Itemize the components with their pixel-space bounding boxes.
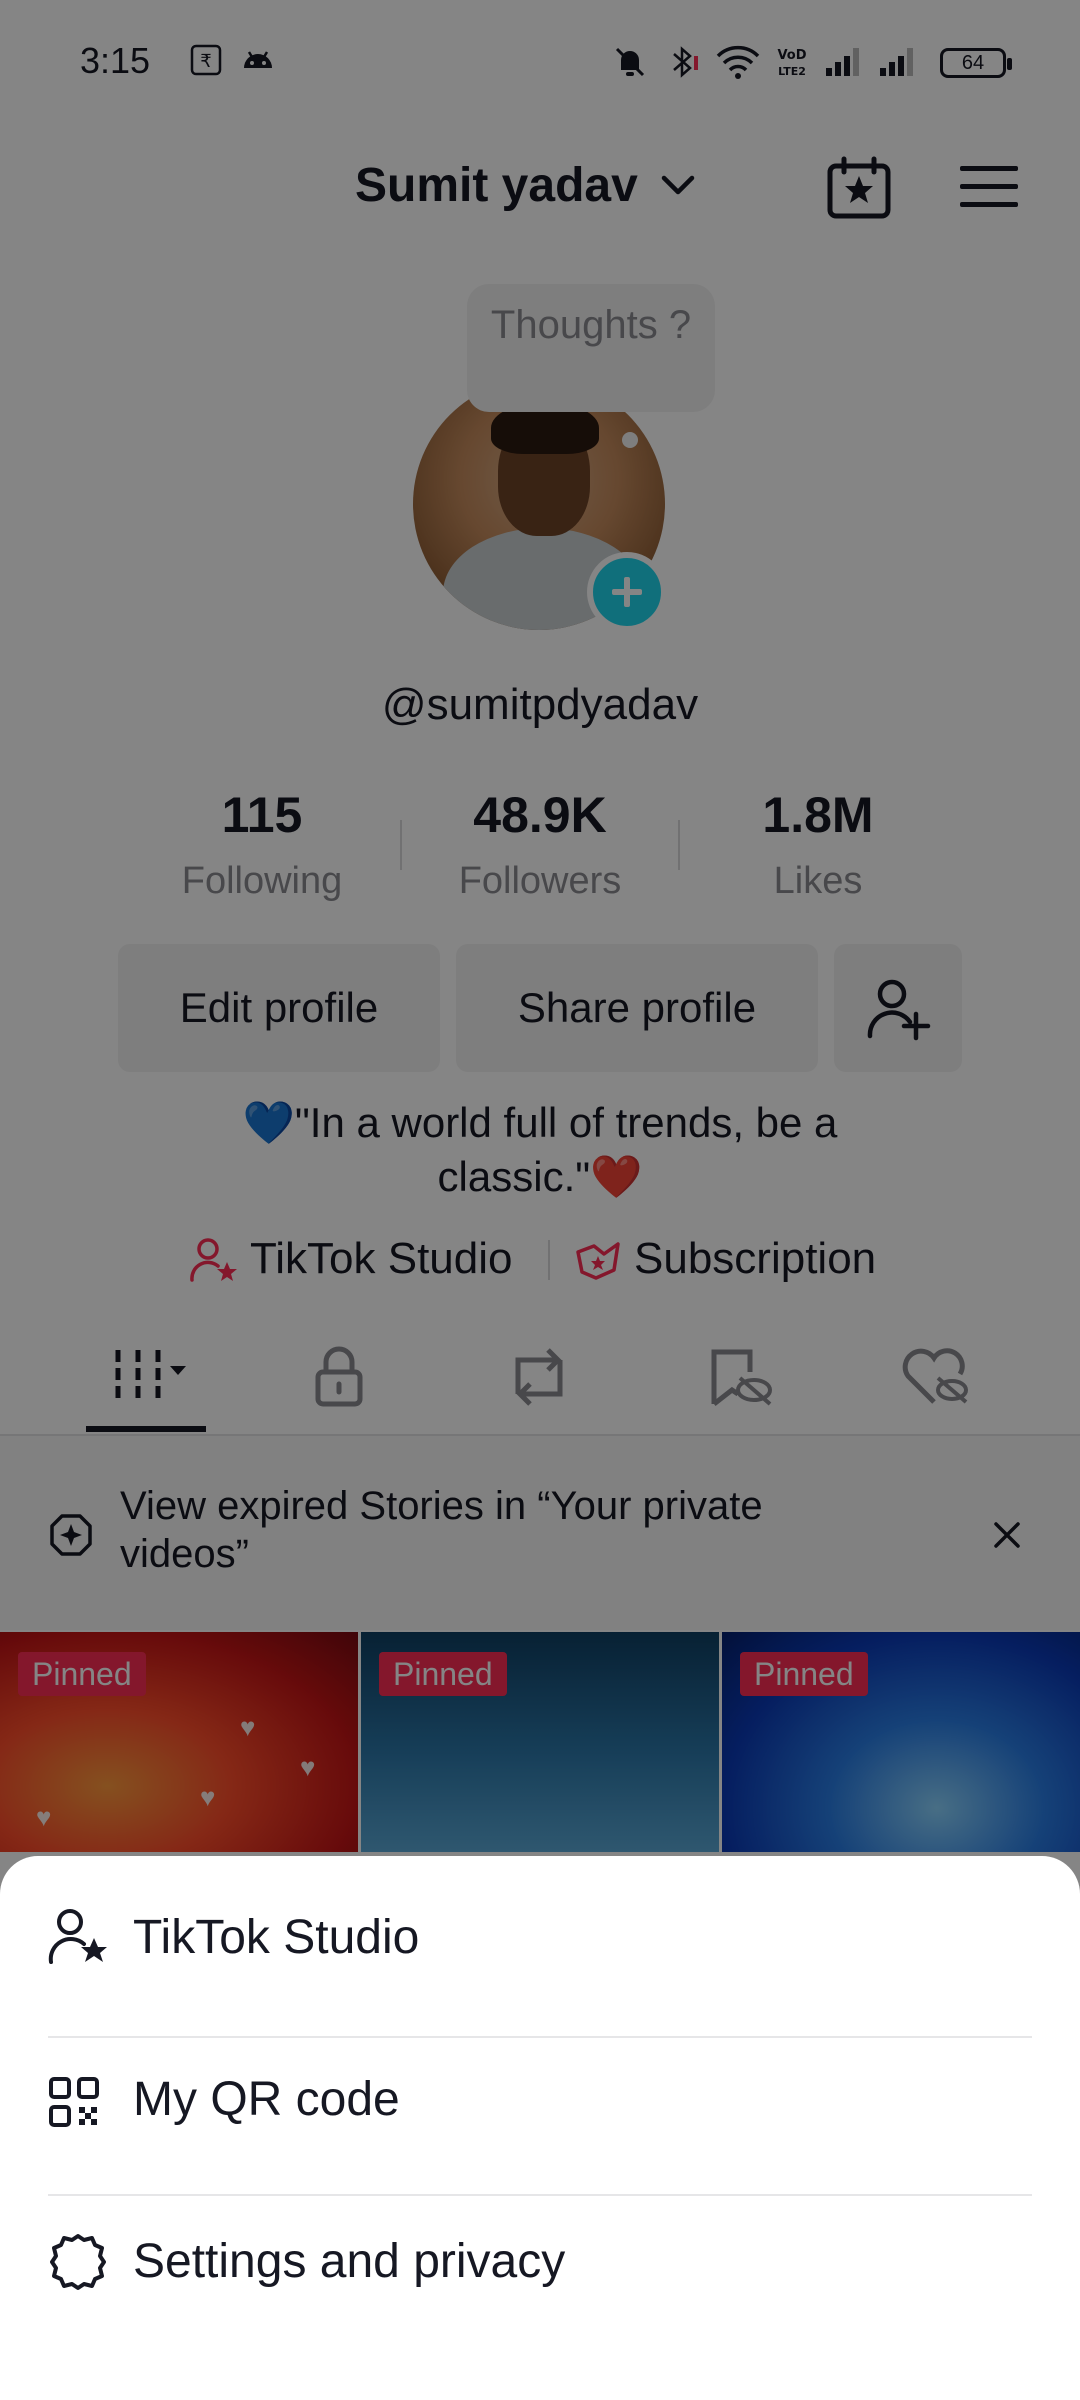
- menu-item-qr-code[interactable]: My QR code: [0, 2038, 1080, 2194]
- menu-item-label: Settings and privacy: [133, 2235, 566, 2288]
- menu-item-label: My QR code: [133, 2073, 400, 2126]
- menu-item-label: TikTok Studio: [133, 1911, 420, 1964]
- user-star-icon: [48, 1909, 107, 1964]
- profile-menu-sheet: TikTok Studio My QR code Settings and pr…: [0, 1856, 1080, 2400]
- menu-item-settings[interactable]: Settings and privacy: [0, 2196, 1080, 2352]
- profile-page: 3:15 ₹ VoD LTE2 64 Sumit yadav Thoughts …: [0, 0, 1080, 2400]
- qr-code-icon: [49, 2077, 99, 2127]
- menu-item-tiktok-studio[interactable]: TikTok Studio: [0, 1856, 1080, 2012]
- gear-icon: [50, 2234, 106, 2290]
